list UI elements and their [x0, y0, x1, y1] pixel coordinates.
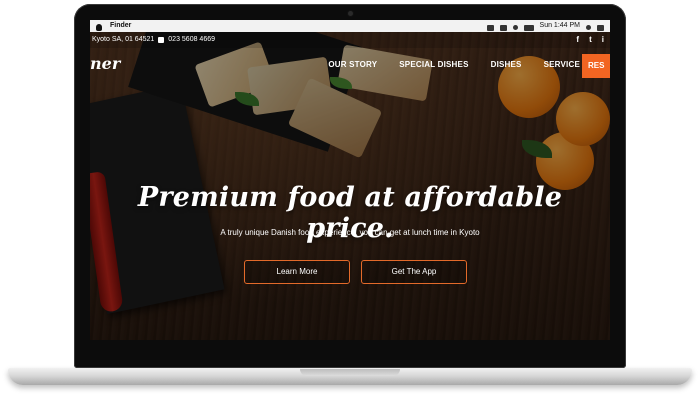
get-the-app-button[interactable]: Get The App [361, 260, 467, 284]
laptop-screen: Finder Sun 1:44 PM Kyoto SA, 01 64521 02… [90, 20, 610, 340]
menu-icon[interactable] [597, 24, 604, 31]
site-topbar: Kyoto SA, 01 64521 023 5608 4669 f t i [90, 32, 610, 48]
nav-item-dishes[interactable]: DISHES [491, 60, 522, 69]
contact-info: Kyoto SA, 01 64521 023 5608 4669 [92, 32, 215, 48]
main-nav: OUR STORY SPECIAL DISHES DISHES SERVICE [328, 60, 580, 69]
camera-icon [348, 11, 353, 16]
site-logo[interactable]: ner [90, 54, 120, 73]
nav-item-service[interactable]: SERVICE [544, 60, 580, 69]
bluetooth-icon[interactable] [486, 24, 494, 31]
location-text: Kyoto SA, 01 64521 [92, 36, 155, 43]
twitter-icon[interactable]: t [589, 32, 592, 48]
reserve-button[interactable]: RES [582, 54, 610, 78]
hero-subheadline: A truly unique Danish food experience, y… [220, 228, 480, 237]
facebook-icon[interactable]: f [576, 32, 579, 48]
phone-text[interactable]: 023 5608 4669 [168, 32, 215, 48]
menubar-app-name[interactable]: Finder [110, 20, 131, 32]
wifi-icon[interactable] [512, 25, 518, 30]
apple-icon[interactable] [96, 23, 102, 31]
menubar-left: Finder [96, 20, 131, 32]
hero-section: Kyoto SA, 01 64521 023 5608 4669 f t i n… [90, 32, 610, 340]
search-icon[interactable] [586, 25, 591, 30]
speaker-icon[interactable] [499, 24, 507, 31]
menubar-clock[interactable]: Sun 1:44 PM [540, 20, 580, 32]
menubar-right: Sun 1:44 PM [486, 20, 604, 32]
phone-icon [158, 37, 165, 43]
nav-item-special-dishes[interactable]: SPECIAL DISHES [399, 60, 468, 69]
learn-more-button[interactable]: Learn More [244, 260, 350, 284]
nav-item-our-story[interactable]: OUR STORY [328, 60, 377, 69]
mac-menubar: Finder Sun 1:44 PM [90, 20, 610, 32]
laptop-notch [300, 369, 400, 376]
battery-icon[interactable] [523, 24, 534, 31]
social-links: f t i [576, 32, 604, 48]
instagram-icon[interactable]: i [602, 32, 604, 48]
